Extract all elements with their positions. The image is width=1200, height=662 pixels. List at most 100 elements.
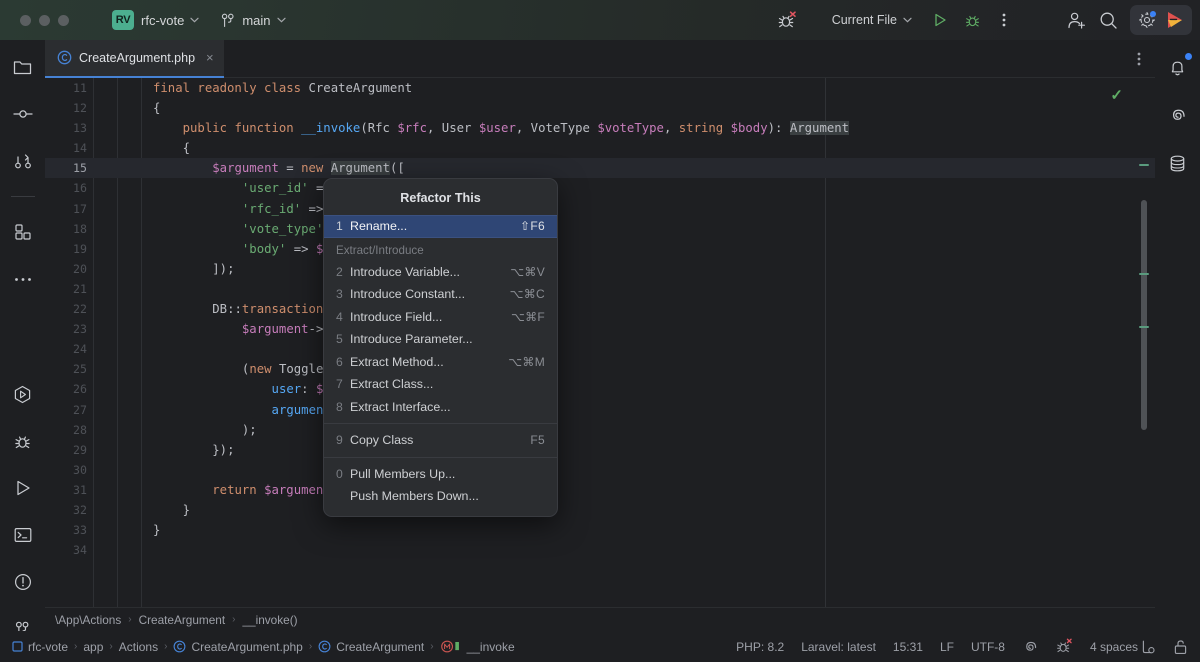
menu-item-rename[interactable]: 1Rename...⇧F6: [324, 215, 557, 238]
status-framework[interactable]: Laravel: latest: [801, 640, 876, 654]
code-line[interactable]: 34: [45, 540, 1155, 560]
spiral-icon[interactable]: [1022, 638, 1039, 655]
sidebar-item-debug[interactable]: [8, 426, 38, 456]
close-icon[interactable]: ×: [206, 50, 214, 65]
menu-item-introduce-parameter[interactable]: 5Introduce Parameter...: [324, 328, 557, 351]
tab-options-icon[interactable]: [1137, 51, 1141, 67]
breadcrumb-item[interactable]: CreateArgument: [139, 613, 226, 627]
code-line[interactable]: 12{: [45, 98, 1155, 118]
code-line[interactable]: 11final readonly class CreateArgument: [45, 78, 1155, 98]
add-account-icon[interactable]: [1060, 6, 1092, 34]
indent-settings-icon[interactable]: [1140, 639, 1156, 655]
menu-item-introduce-variable[interactable]: 2Introduce Variable...⌥⌘V: [324, 261, 557, 284]
menu-item-copy-class[interactable]: 9Copy ClassF5: [324, 429, 557, 452]
close-window-button[interactable]: [20, 15, 31, 26]
code-token: Rfc: [368, 121, 398, 135]
code-line[interactable]: 32}: [45, 500, 1155, 520]
code-line[interactable]: 14{: [45, 138, 1155, 158]
sidebar-item-run[interactable]: [8, 473, 38, 503]
project-icon: [12, 641, 23, 652]
code-line[interactable]: 24: [45, 339, 1155, 359]
run-configuration-selector[interactable]: Current File: [824, 9, 920, 31]
sidebar-item-pull-requests[interactable]: [8, 146, 38, 176]
code-line[interactable]: 15$argument = new Argument([: [45, 158, 1155, 178]
code-line[interactable]: 16'user_id' => $user->id,: [45, 178, 1155, 198]
window-controls[interactable]: [20, 15, 69, 26]
status-path-item[interactable]: rfc-vote: [12, 640, 68, 654]
code-line[interactable]: 33}: [45, 520, 1155, 540]
line-number: 22: [45, 299, 87, 319]
lock-icon[interactable]: [1173, 639, 1188, 655]
code-editor[interactable]: ✓ 11final readonly class CreateArgument1…: [45, 78, 1155, 607]
sidebar-item-coverage[interactable]: [8, 379, 38, 409]
status-path-label: CreateArgument: [336, 640, 424, 654]
code-line[interactable]: 30: [45, 460, 1155, 480]
settings-icon[interactable]: [1133, 7, 1161, 33]
sidebar-item-structure[interactable]: [8, 217, 38, 247]
debug-detach-icon[interactable]: [1056, 638, 1073, 655]
debug-icon[interactable]: [956, 6, 988, 34]
sidebar-item-terminal[interactable]: [8, 520, 38, 550]
menu-item-extract-class[interactable]: 7Extract Class...: [324, 373, 557, 396]
sidebar-item-project[interactable]: [8, 52, 38, 82]
scrollbar-thumb[interactable]: [1141, 200, 1147, 430]
code-line[interactable]: 18'vote_type' => $voteType,: [45, 219, 1155, 239]
code-line[interactable]: 28);: [45, 420, 1155, 440]
tab-create-argument[interactable]: CreateArgument.php ×: [45, 40, 224, 78]
code-token: );: [242, 423, 257, 437]
terminal-icon: [14, 527, 32, 543]
sidebar-item-commit[interactable]: [8, 99, 38, 129]
menu-item-introduce-constant[interactable]: 3Introduce Constant...⌥⌘C: [324, 283, 557, 306]
code-line[interactable]: 27argument: $argument,: [45, 400, 1155, 420]
breadcrumb-item[interactable]: __invoke(): [242, 613, 297, 627]
status-path-item[interactable]: app: [83, 640, 103, 654]
code-token: return: [212, 483, 264, 497]
debug-detach-icon[interactable]: [772, 6, 804, 34]
more-vertical-icon[interactable]: [988, 6, 1020, 34]
status-path-item[interactable]: CreateArgument.php: [173, 640, 302, 654]
code-line[interactable]: 21: [45, 279, 1155, 299]
code-line[interactable]: 20]);: [45, 259, 1155, 279]
code-line[interactable]: 17'rfc_id' => $rfc->id,: [45, 199, 1155, 219]
menu-item-push-members-down[interactable]: Push Members Down...: [324, 485, 557, 508]
status-caret-position[interactable]: 15:31: [893, 640, 923, 654]
breadcrumb-item[interactable]: \App\Actions: [55, 613, 121, 627]
menu-item-extract-interface[interactable]: 8Extract Interface...: [324, 396, 557, 419]
code-line[interactable]: 19'body' => $body,: [45, 239, 1155, 259]
code-line[interactable]: 22DB::transaction(function () {: [45, 299, 1155, 319]
menu-item-pull-members-up[interactable]: 0Pull Members Up...: [324, 463, 557, 486]
code-line[interactable]: 26user: $user,: [45, 379, 1155, 399]
code-line[interactable]: 29});: [45, 440, 1155, 460]
status-line-separator[interactable]: LF: [940, 640, 954, 654]
menu-item-introduce-field[interactable]: 4Introduce Field...⌥⌘F: [324, 306, 557, 329]
menu-item-index: 1: [336, 219, 350, 233]
editor-scrollbar[interactable]: [1140, 78, 1150, 607]
code-token: 'user_id': [242, 181, 309, 195]
search-everywhere-icon[interactable]: [1092, 6, 1124, 34]
sidebar-item-database[interactable]: [1163, 148, 1193, 178]
status-encoding[interactable]: UTF-8: [971, 640, 1005, 654]
code-line[interactable]: 25(new ToggleArgumentVote)(: [45, 359, 1155, 379]
chevron-down-icon[interactable]: [190, 17, 199, 23]
minimize-window-button[interactable]: [39, 15, 50, 26]
code-token: (: [360, 121, 367, 135]
run-icon[interactable]: [924, 6, 956, 34]
status-indent[interactable]: 4 spaces: [1090, 640, 1138, 654]
status-php-version[interactable]: PHP: 8.2: [736, 640, 784, 654]
status-path-item[interactable]: __invoke: [440, 640, 515, 654]
status-path-item[interactable]: CreateArgument: [318, 640, 424, 654]
menu-item-extract-method[interactable]: 6Extract Method...⌥⌘M: [324, 351, 557, 374]
sidebar-item-ai-chat[interactable]: [1163, 100, 1193, 130]
sidebar-item-more[interactable]: [8, 264, 38, 294]
status-path-item[interactable]: Actions: [119, 640, 158, 654]
code-line[interactable]: 13public function __invoke(Rfc $rfc, Use…: [45, 118, 1155, 138]
project-name[interactable]: rfc-vote: [141, 13, 184, 28]
code-line[interactable]: 31return $argument;: [45, 480, 1155, 500]
vcs-branch-widget[interactable]: main: [221, 13, 285, 28]
line-number: 12: [45, 98, 87, 118]
maximize-window-button[interactable]: [58, 15, 69, 26]
sidebar-item-problems[interactable]: [8, 567, 38, 597]
ai-assistant-icon[interactable]: [1161, 7, 1189, 33]
sidebar-item-notifications[interactable]: [1163, 52, 1193, 82]
code-line[interactable]: 23$argument->save();: [45, 319, 1155, 339]
